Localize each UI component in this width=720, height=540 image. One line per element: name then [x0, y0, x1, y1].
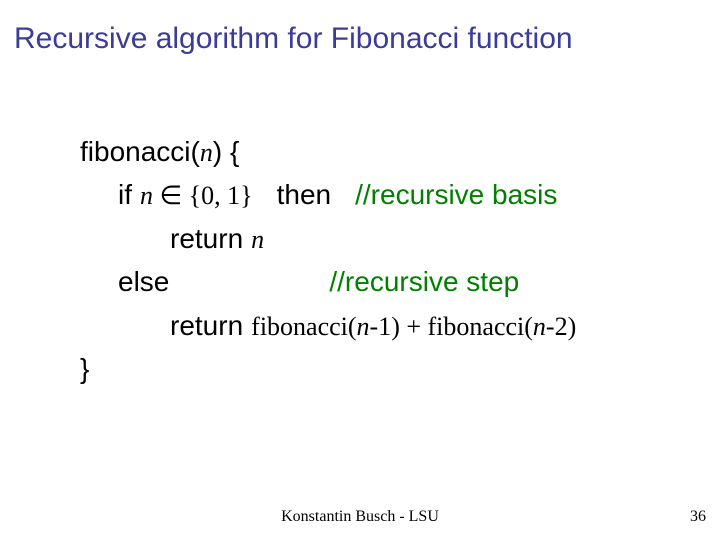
footer-author: Konstantin Busch - LSU	[0, 508, 720, 526]
cond-n: n	[140, 181, 153, 210]
expr-a: fibonacci(	[251, 312, 356, 341]
code-line-3: returnn	[80, 217, 680, 260]
param-n: n	[200, 138, 213, 167]
comment-step: //recursive step	[329, 266, 519, 297]
code-line-5: returnfibonacci(n-1) + fibonacci(n-2)	[80, 304, 680, 347]
text-fibonacci-open: fibonacci(	[80, 136, 200, 167]
keyword-if: if	[118, 179, 132, 210]
comment-basis: //recursive basis	[355, 179, 557, 210]
close-brace: }	[80, 353, 89, 384]
expr-n2: n	[533, 312, 546, 341]
code-block: fibonacci(n) { ifn ∈ {0, 1}then//recursi…	[80, 130, 680, 390]
keyword-else: else	[118, 266, 169, 297]
code-line-6: }	[80, 347, 680, 390]
slide-title: Recursive algorithm for Fibonacci functi…	[14, 22, 706, 55]
keyword-then: then	[277, 179, 332, 210]
cond-set: ∈ {0, 1}	[153, 181, 253, 210]
code-line-4: else //recursive step	[80, 260, 680, 303]
return-n: n	[251, 225, 264, 254]
keyword-return-2: return	[170, 310, 243, 341]
code-line-2: ifn ∈ {0, 1} then //recursive basis	[80, 173, 680, 216]
page-number: 36	[690, 508, 706, 526]
expr-c: -2)	[546, 312, 576, 341]
keyword-return-1: return	[170, 223, 243, 254]
expr-n1: n	[357, 312, 370, 341]
slide: Recursive algorithm for Fibonacci functi…	[0, 0, 720, 540]
text-paren-brace: ) {	[213, 136, 239, 167]
expr-b: -1) + fibonacci(	[370, 312, 533, 341]
code-line-1: fibonacci(n) {	[80, 130, 680, 173]
